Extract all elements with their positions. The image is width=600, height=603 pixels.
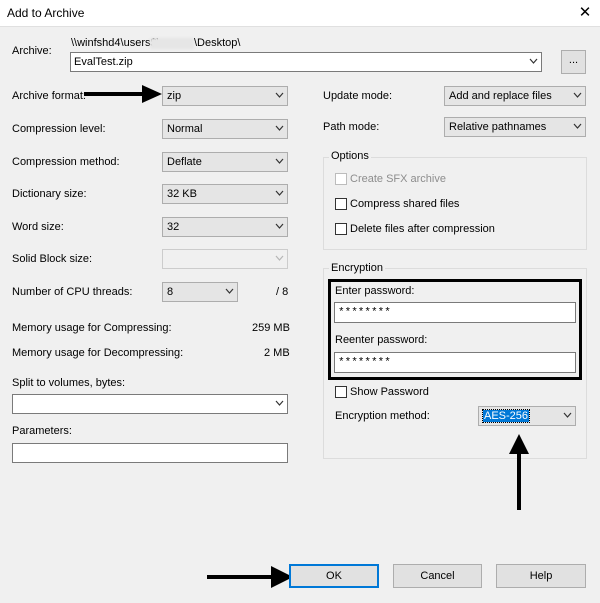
solid-block-size-label: Solid Block size: (12, 253, 93, 265)
chevron-down-icon (275, 125, 284, 132)
archive-filename-combo[interactable]: EvalTest.zip (70, 52, 542, 72)
archive-format-label: Archive format: (12, 90, 86, 102)
word-size-label: Word size: (12, 221, 64, 233)
chevron-down-icon (225, 288, 234, 295)
compression-method-label: Compression method: (12, 156, 120, 168)
cancel-button[interactable]: Cancel (393, 564, 482, 588)
archive-format-select[interactable]: zip (162, 86, 288, 106)
compression-method-value: Deflate (167, 156, 202, 168)
dictionary-size-label: Dictionary size: (12, 188, 87, 200)
encryption-method-label: Encryption method: (335, 410, 430, 422)
path-mode-select[interactable]: Relative pathnames (444, 117, 586, 137)
help-button[interactable]: Help (496, 564, 586, 588)
options-group-title: Options (329, 150, 371, 162)
chevron-down-icon (573, 92, 582, 99)
dictionary-size-value: 32 KB (167, 188, 197, 200)
compress-shared-checkbox[interactable] (335, 198, 347, 210)
create-sfx-checkbox (335, 173, 347, 185)
chevron-down-icon (563, 412, 572, 419)
cpu-threads-label: Number of CPU threads: (12, 286, 133, 298)
enter-password-label: Enter password: (335, 285, 415, 297)
compression-level-select[interactable]: Normal (162, 119, 288, 139)
memory-compress-value: 259 MB (252, 322, 290, 334)
memory-decompress-label: Memory usage for Decompressing: (12, 347, 184, 359)
cpu-threads-value: 8 (167, 286, 174, 298)
compress-shared-label: Compress shared files (350, 198, 460, 210)
cpu-threads-select[interactable]: 8 (162, 282, 238, 302)
encryption-method-select[interactable]: AES-256 (478, 406, 576, 426)
ok-button[interactable]: OK (289, 564, 379, 588)
chevron-down-icon (275, 400, 284, 407)
archive-path-suffix: \Desktop\ (194, 37, 241, 49)
compression-level-value: Normal (167, 123, 203, 135)
compression-level-label: Compression level: (12, 123, 106, 135)
create-sfx-label: Create SFX archive (350, 173, 446, 185)
reenter-password-value: ******** (338, 357, 391, 369)
redacted-username (150, 38, 194, 49)
solid-block-size-select (162, 249, 288, 269)
cpu-threads-max: / 8 (276, 286, 289, 298)
delete-after-checkbox[interactable] (335, 223, 347, 235)
parameters-input[interactable] (12, 443, 288, 463)
chevron-down-icon (529, 58, 538, 65)
enter-password-value: ******** (338, 307, 391, 319)
close-icon[interactable]: ✕ (574, 2, 596, 24)
update-mode-label: Update mode: (323, 90, 393, 102)
dictionary-size-select[interactable]: 32 KB (162, 184, 288, 204)
archive-filename-value: EvalTest.zip (74, 56, 133, 68)
word-size-select[interactable]: 32 (162, 217, 288, 237)
update-mode-select[interactable]: Add and replace files (444, 86, 586, 106)
show-password-checkbox[interactable] (335, 386, 347, 398)
path-mode-label: Path mode: (323, 121, 380, 133)
split-volumes-combo[interactable] (12, 394, 288, 414)
memory-compress-label: Memory usage for Compressing: (12, 322, 172, 334)
chevron-down-icon (275, 223, 284, 230)
encryption-group-title: Encryption (329, 262, 385, 274)
annotation-arrow-up-icon (509, 434, 529, 510)
annotation-arrow-right-icon (84, 85, 162, 103)
chevron-down-icon (275, 158, 284, 165)
annotation-arrow-ok-icon (207, 566, 293, 588)
word-size-value: 32 (167, 221, 180, 233)
encryption-method-value: AES-256 (481, 409, 531, 423)
enter-password-input[interactable]: ******** (334, 302, 576, 323)
delete-after-label: Delete files after compression (350, 223, 495, 235)
reenter-password-input[interactable]: ******** (334, 352, 576, 373)
compression-method-select[interactable]: Deflate (162, 152, 288, 172)
browse-button[interactable]: ... (561, 50, 586, 74)
update-mode-value: Add and replace files (449, 90, 552, 102)
split-volumes-label: Split to volumes, bytes: (12, 377, 126, 389)
archive-label: Archive: (12, 45, 52, 57)
memory-decompress-value: 2 MB (264, 347, 290, 359)
chevron-down-icon (275, 92, 284, 99)
chevron-down-icon (275, 190, 284, 197)
reenter-password-label: Reenter password: (335, 334, 428, 346)
chevron-down-icon (573, 123, 582, 130)
archive-format-value: zip (167, 90, 182, 102)
show-password-label: Show Password (350, 386, 429, 398)
chevron-down-icon (275, 255, 284, 262)
parameters-label: Parameters: (12, 425, 72, 437)
title-bar (0, 0, 600, 26)
window-title: Add to Archive (7, 6, 85, 20)
archive-path-prefix: \\winfshd4\users$\ (71, 37, 160, 49)
path-mode-value: Relative pathnames (449, 121, 547, 133)
